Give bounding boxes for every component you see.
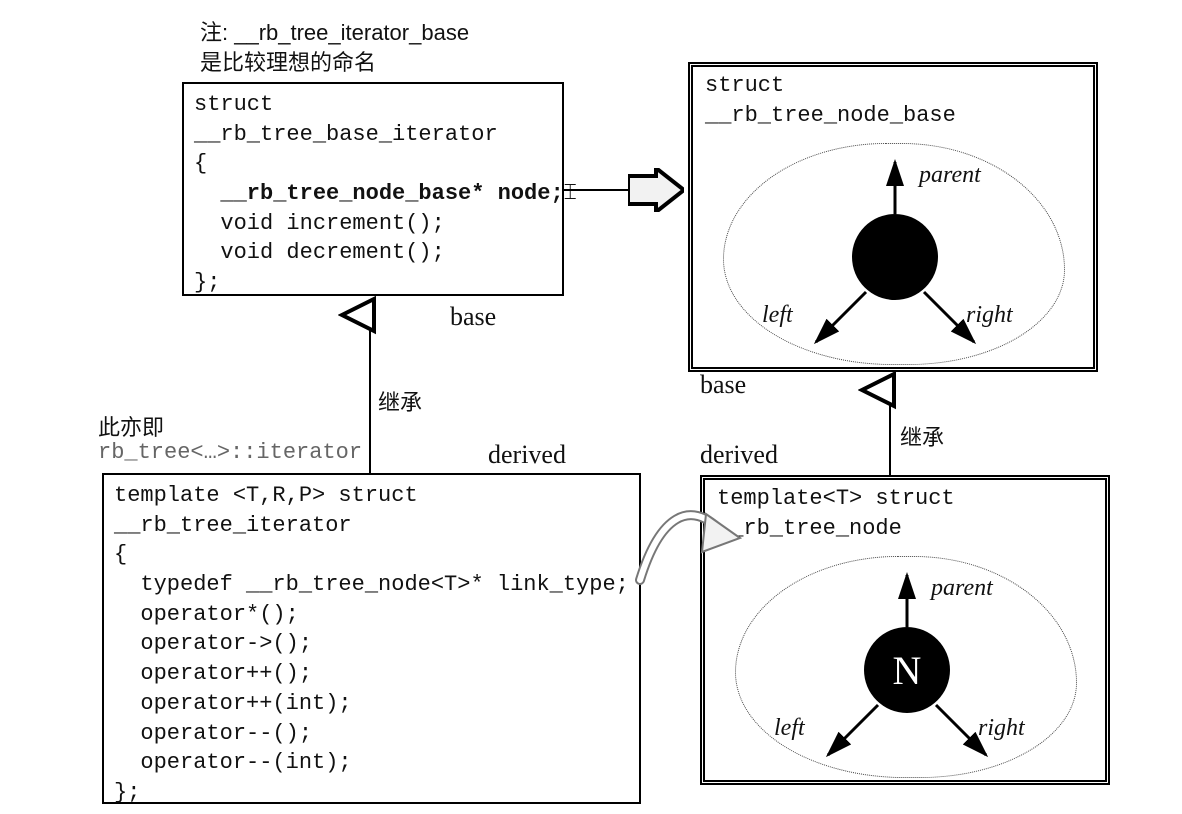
box-derived-node: template<T> struct __rb_tree_node N pare… <box>700 475 1110 785</box>
node-dot-base <box>852 214 938 300</box>
note-left-2: rb_tree<…>::iterator <box>98 440 362 465</box>
diagram-canvas: 注: __rb_tree_iterator_base 是比较理想的命名 stru… <box>0 0 1182 812</box>
label-right-derived: right <box>978 715 1025 742</box>
label-parent-derived: parent <box>931 575 993 602</box>
cloud-base: parent left right <box>723 143 1065 365</box>
text-cursor-icon: ⌶ <box>564 181 577 206</box>
label-right-base: right <box>966 302 1013 329</box>
label-left-base: left <box>762 302 793 329</box>
note-left-1: 此亦即 <box>98 410 164 442</box>
label-inherit-left: 继承 <box>378 385 422 417</box>
label-left-derived: left <box>774 715 805 742</box>
box-base-iterator: struct __rb_tree_base_iterator { __rb_tr… <box>182 82 564 296</box>
node-dot-derived: N <box>864 627 950 713</box>
label-inherit-right: 继承 <box>900 420 944 452</box>
code-derived-node: template<T> struct __rb_tree_node <box>707 482 1103 549</box>
code-base-iterator: struct __rb_tree_base_iterator { __rb_tr… <box>184 84 562 304</box>
code-derived-iterator: template <T,R,P> struct __rb_tree_iterat… <box>104 475 639 814</box>
code-base-node: struct __rb_tree_node_base <box>695 69 1091 136</box>
note-top-2: 是比较理想的命名 <box>200 45 376 77</box>
note-top-1: 注: __rb_tree_iterator_base <box>200 15 469 47</box>
cloud-derived: N parent left right <box>735 556 1077 778</box>
box-base-node: struct __rb_tree_node_base parent left r… <box>688 62 1098 372</box>
label-base-left: base <box>450 302 496 332</box>
label-derived-right: derived <box>700 440 778 470</box>
label-parent-base: parent <box>919 162 981 189</box>
label-base-right: base <box>700 370 746 400</box>
box-derived-iterator: template <T,R,P> struct __rb_tree_iterat… <box>102 473 641 804</box>
label-derived-left: derived <box>488 440 566 470</box>
